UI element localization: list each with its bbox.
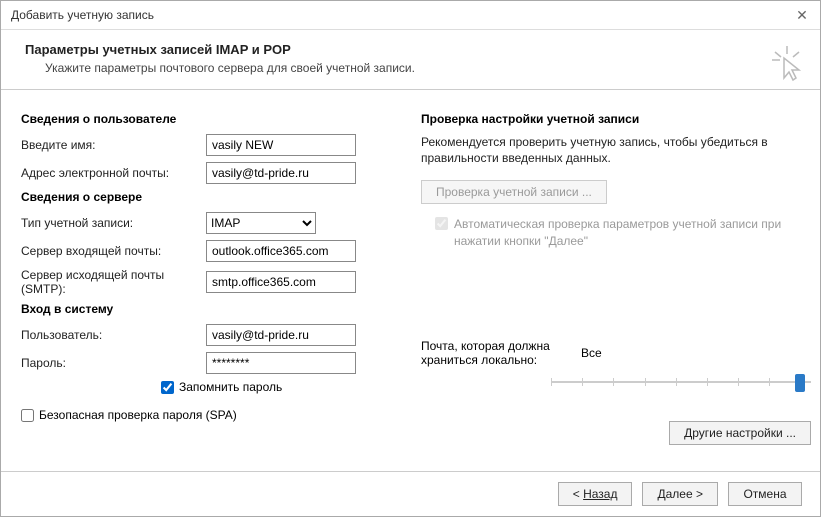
user-section-title: Сведения о пользователе <box>21 112 401 126</box>
cursor-icon <box>772 46 802 84</box>
slider-line <box>551 381 811 383</box>
next-button[interactable]: Далее > <box>642 482 718 506</box>
mail-retention-row: Почта, которая должна храниться локально… <box>421 339 811 367</box>
name-label: Введите имя: <box>21 138 206 152</box>
remember-label: Запомнить пароль <box>179 380 282 394</box>
logon-section-title: Вход в систему <box>21 302 401 316</box>
close-button[interactable]: ✕ <box>792 5 812 25</box>
outgoing-input[interactable] <box>206 271 356 293</box>
left-column: Сведения о пользователе Введите имя: Адр… <box>21 106 401 461</box>
incoming-input[interactable] <box>206 240 356 262</box>
name-input[interactable] <box>206 134 356 156</box>
content: Сведения о пользователе Введите имя: Адр… <box>1 90 820 471</box>
incoming-label: Сервер входящей почты: <box>21 244 206 258</box>
window-title: Добавить учетную запись <box>11 8 154 22</box>
user-label: Пользователь: <box>21 328 206 342</box>
email-input[interactable] <box>206 162 356 184</box>
slider-thumb[interactable] <box>795 374 805 392</box>
account-type-label: Тип учетной записи: <box>21 216 206 230</box>
header-subtitle: Укажите параметры почтового сервера для … <box>45 61 800 75</box>
auto-test-label: Автоматическая проверка параметров учетн… <box>454 216 811 248</box>
user-input[interactable] <box>206 324 356 346</box>
titlebar: Добавить учетную запись ✕ <box>1 1 820 30</box>
email-label: Адрес электронной почты: <box>21 166 206 180</box>
outgoing-label: Сервер исходящей почты (SMTP): <box>21 268 206 296</box>
auto-test-checkbox <box>435 217 448 230</box>
spa-checkbox[interactable] <box>21 409 34 422</box>
header: Параметры учетных записей IMAP и POP Ука… <box>1 30 820 90</box>
test-desc: Рекомендуется проверить учетную запись, … <box>421 134 811 166</box>
slider-label-right: Все <box>581 346 602 360</box>
cancel-button[interactable]: Отмена <box>728 482 802 506</box>
server-section-title: Сведения о сервере <box>21 190 401 204</box>
header-title: Параметры учетных записей IMAP и POP <box>25 42 800 57</box>
password-label: Пароль: <box>21 356 206 370</box>
retention-slider[interactable] <box>551 373 811 391</box>
account-type-select[interactable]: IMAP <box>206 212 316 234</box>
back-button[interactable]: < Назад <box>558 482 633 506</box>
close-icon: ✕ <box>796 7 808 24</box>
password-input[interactable] <box>206 352 356 374</box>
slider-label-left: Почта, которая должна храниться локально… <box>421 339 571 367</box>
test-title: Проверка настройки учетной записи <box>421 112 811 126</box>
footer: < Назад Далее > Отмена <box>1 471 820 516</box>
dialog-window: Добавить учетную запись ✕ Параметры учет… <box>0 0 821 517</box>
test-account-button: Проверка учетной записи ... <box>421 180 607 204</box>
right-column: Проверка настройки учетной записи Рекоме… <box>421 106 811 461</box>
spa-label: Безопасная проверка пароля (SPA) <box>39 408 237 422</box>
more-settings-button[interactable]: Другие настройки ... <box>669 421 811 445</box>
remember-checkbox[interactable] <box>161 381 174 394</box>
